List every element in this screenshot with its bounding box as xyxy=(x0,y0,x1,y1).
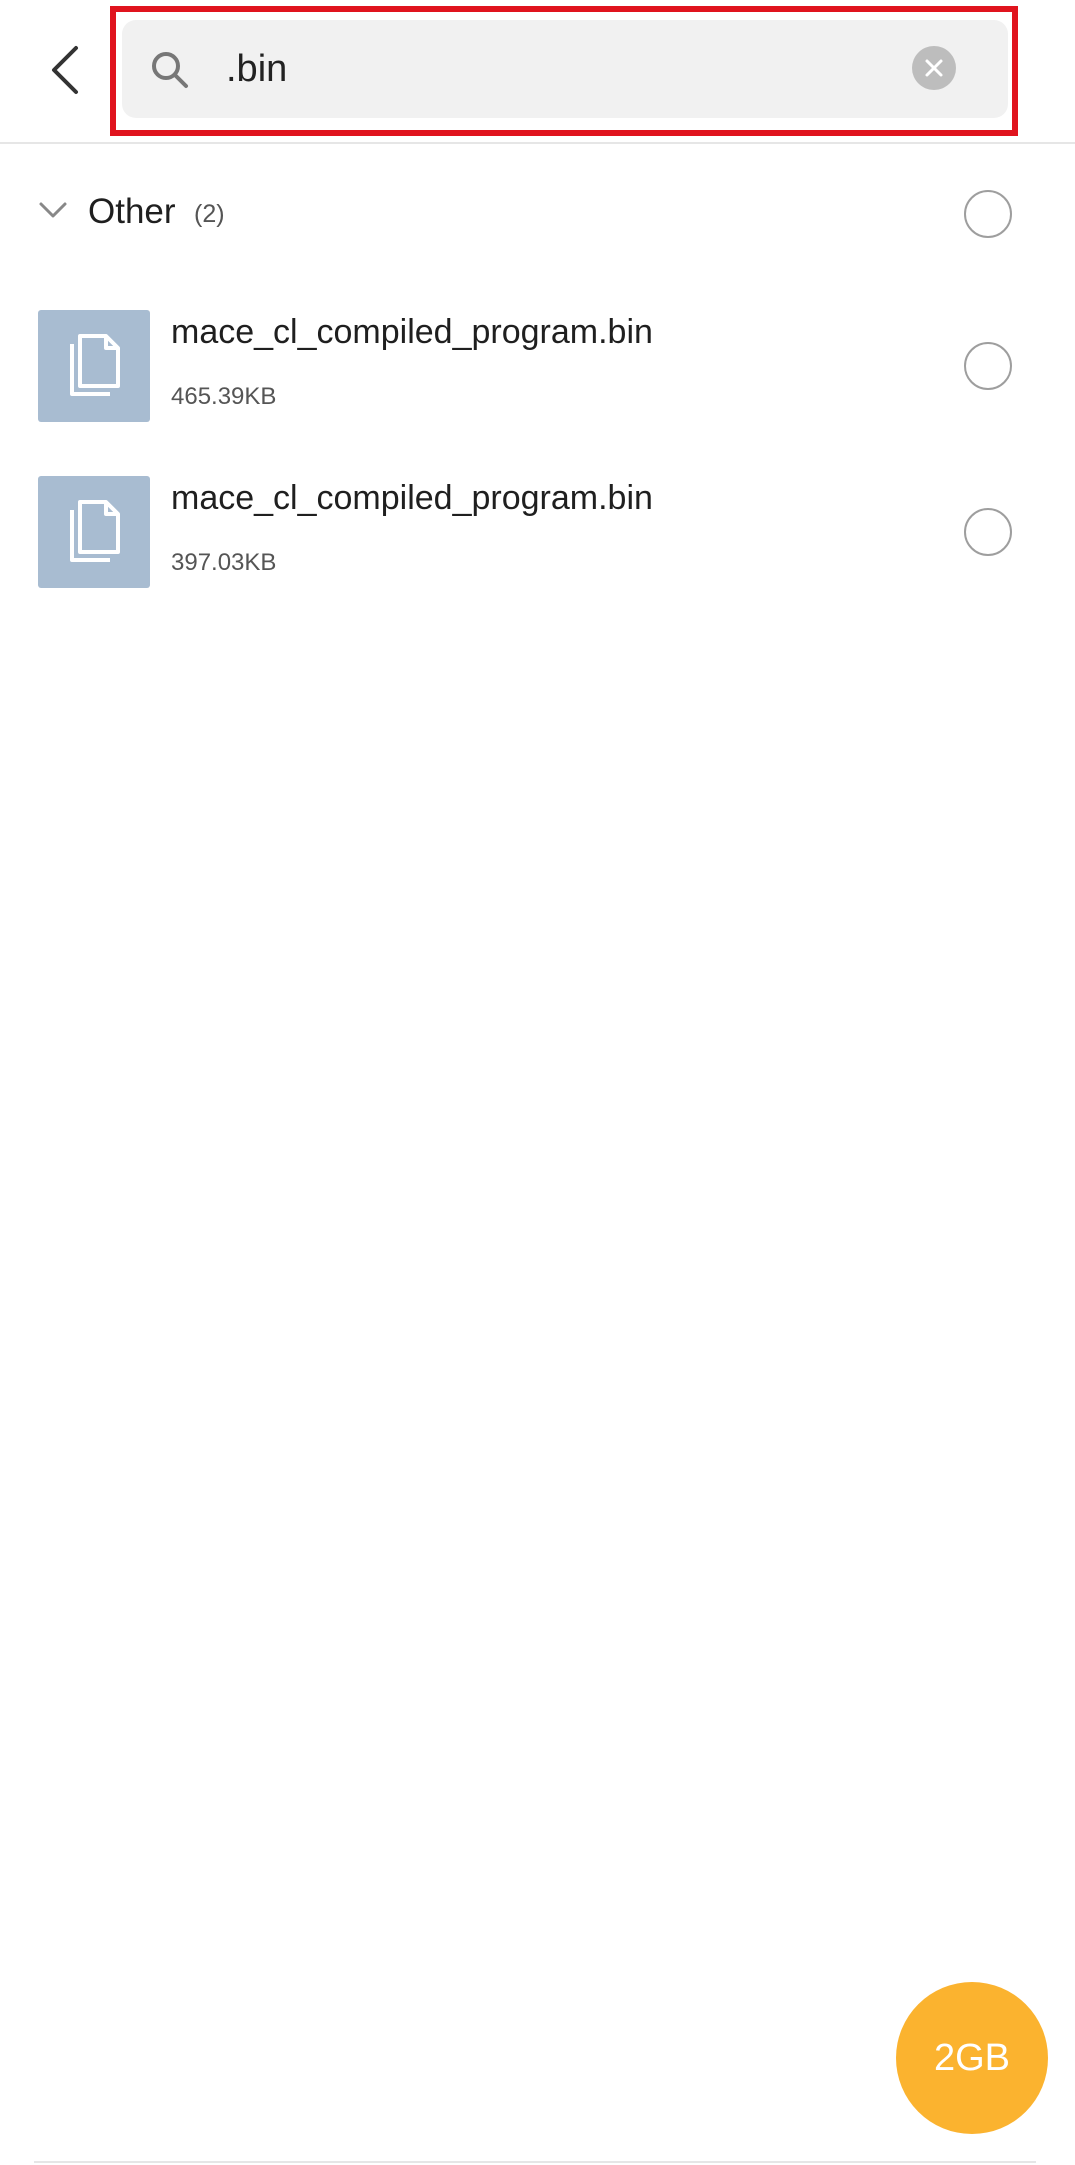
file-name: mace_cl_compiled_program.bin xyxy=(171,313,653,351)
search-bar[interactable] xyxy=(122,20,1008,118)
chevron-down-icon[interactable] xyxy=(38,200,68,220)
section-header-other[interactable]: Other (2) xyxy=(0,170,1075,260)
file-thumbnail xyxy=(38,476,150,588)
document-icon xyxy=(70,500,120,562)
file-size: 465.39KB xyxy=(171,383,277,410)
search-input[interactable] xyxy=(226,20,866,118)
section-count: (2) xyxy=(194,200,225,228)
file-size: 397.03KB xyxy=(171,549,277,576)
file-select-radio[interactable] xyxy=(964,342,1012,390)
clear-icon xyxy=(925,59,943,77)
file-row[interactable]: mace_cl_compiled_program.bin 465.39KB xyxy=(0,295,1075,425)
file-select-radio[interactable] xyxy=(964,508,1012,556)
file-thumbnail xyxy=(38,310,150,422)
section-title: Other xyxy=(88,192,176,231)
clear-search-button[interactable] xyxy=(912,46,956,90)
file-row[interactable]: mace_cl_compiled_program.bin 397.03KB xyxy=(0,461,1075,591)
search-icon xyxy=(152,52,188,88)
bottom-divider xyxy=(34,2161,1036,2163)
back-button[interactable] xyxy=(38,30,98,110)
chevron-left-icon xyxy=(52,46,78,94)
file-name: mace_cl_compiled_program.bin xyxy=(171,479,653,517)
storage-button[interactable]: 2GB xyxy=(896,1982,1048,2134)
document-icon xyxy=(70,334,120,396)
select-all-radio[interactable] xyxy=(964,190,1012,238)
